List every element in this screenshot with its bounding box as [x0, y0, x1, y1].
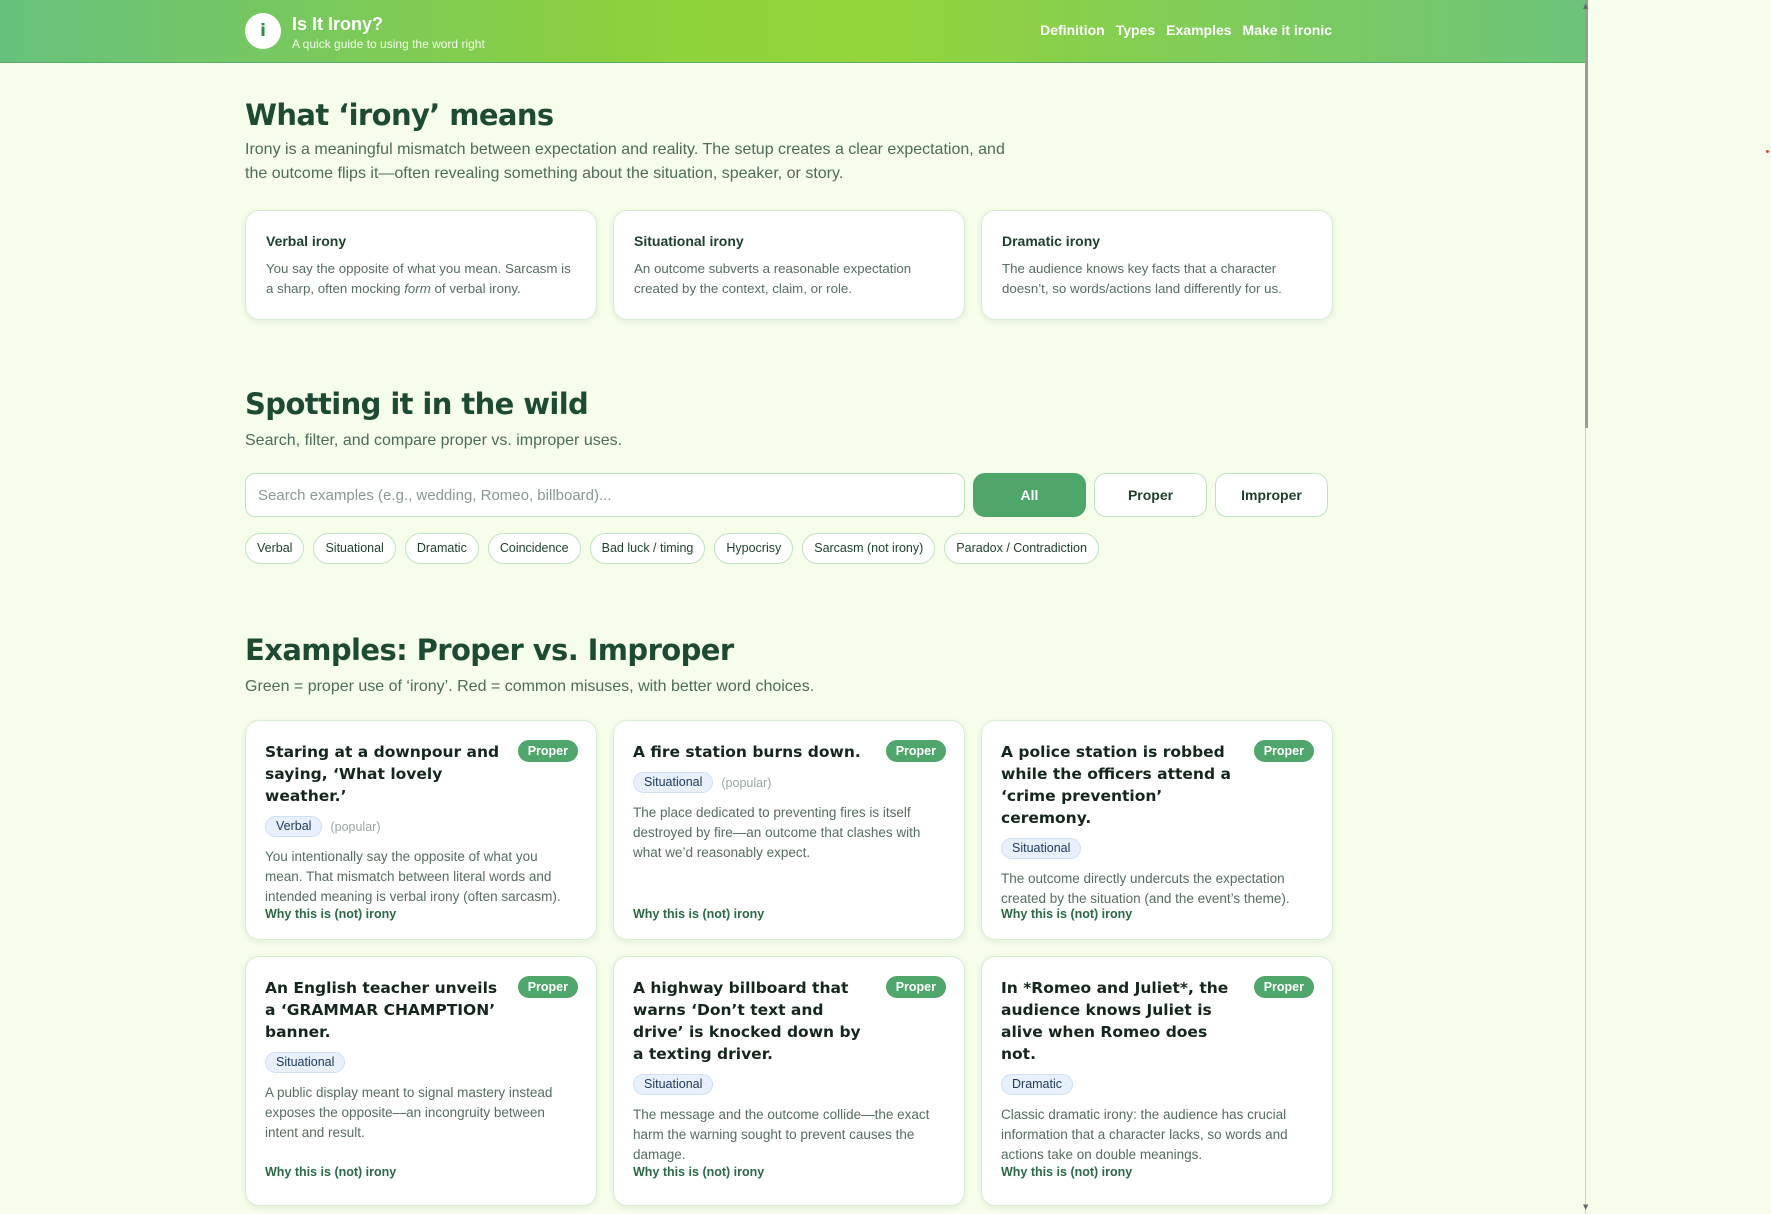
example-title: An English teacher unveils a ‘GRAMMAR CH…	[265, 979, 498, 1041]
filter-improper-button[interactable]: Improper	[1215, 473, 1328, 517]
definition-lead: Irony is a meaningful mismatch between e…	[245, 141, 1005, 182]
type-tag[interactable]: Situational	[265, 1052, 346, 1073]
filter-proper-button[interactable]: Proper	[1094, 473, 1207, 517]
site-subtitle: A quick guide to using the word right	[292, 37, 485, 51]
example-title: A fire station burns down.	[633, 743, 861, 761]
scroll-down-arrow-icon[interactable]: ▼	[1583, 1203, 1588, 1211]
type-tag[interactable]: Verbal	[265, 816, 323, 837]
proper-badge: Proper	[885, 740, 946, 762]
chip-situational[interactable]: Situational	[313, 533, 396, 564]
example-description: The message and the outcome collide—the …	[633, 1107, 930, 1162]
example-card: A police station is robbed while the off…	[981, 720, 1333, 940]
proper-badge: Proper	[517, 976, 578, 998]
popular-label: (popular)	[330, 819, 381, 834]
proper-badge: Proper	[1253, 976, 1314, 998]
examples-heading: Examples: Proper vs. Improper	[245, 633, 734, 667]
spotting-section: Spotting it in the wild Search, filter, …	[245, 387, 1333, 564]
scroll-up-arrow-icon[interactable]: ▲	[1583, 2, 1588, 10]
why-irony-toggle[interactable]: Why this is (not) irony	[633, 907, 764, 921]
example-title: Staring at a downpour and saying, ‘What …	[265, 743, 500, 805]
example-description: The outcome directly undercuts the expec…	[1001, 871, 1290, 906]
type-tag[interactable]: Situational	[1001, 838, 1082, 859]
example-title: In *Romeo and Juliet*, the audience know…	[1001, 979, 1229, 1063]
example-description: You intentionally say the opposite of wh…	[265, 849, 561, 904]
chip-dramatic[interactable]: Dramatic	[404, 533, 479, 564]
examples-lead: Green = proper use of ‘irony’. Red = com…	[245, 678, 815, 695]
page: i Is It Irony? A quick guide to using th…	[0, 0, 1585, 1214]
example-description: Classic dramatic irony: the audience has…	[1001, 1107, 1288, 1162]
irony-type-cards: Verbal irony You say the opposite of wha…	[245, 210, 1333, 320]
proper-badge: Proper	[517, 740, 578, 762]
example-card: A highway billboard that warns ‘Don’t te…	[613, 956, 965, 1206]
why-irony-toggle[interactable]: Why this is (not) irony	[1001, 1165, 1132, 1179]
example-card: A fire station burns down. Proper Situat…	[613, 720, 965, 940]
nav-link-types[interactable]: Types	[1116, 22, 1155, 38]
chip-verbal[interactable]: Verbal	[245, 533, 305, 564]
proper-badge: Proper	[885, 976, 946, 998]
search-filter-row: All Proper Improper	[245, 473, 1333, 517]
type-card-text: An outcome subverts a reasonable expecta…	[634, 261, 912, 296]
type-card-situational: Situational irony An outcome subverts a …	[613, 210, 965, 320]
site-header: i Is It Irony? A quick guide to using th…	[0, 0, 1585, 63]
type-card-text: You say the opposite of what you mean. S…	[266, 261, 571, 296]
type-card-title: Dramatic irony	[1002, 233, 1101, 249]
type-card-title: Situational irony	[634, 233, 744, 249]
proper-badge: Proper	[1253, 740, 1314, 762]
spotting-lead: Search, filter, and compare proper vs. i…	[245, 432, 623, 449]
example-description: A public display meant to signal mastery…	[265, 1085, 553, 1140]
definition-section: What ‘irony’ means Irony is a meaningful…	[245, 98, 1333, 320]
nav-link-make-it-ironic[interactable]: Make it ironic	[1243, 22, 1332, 38]
nav-link-examples[interactable]: Examples	[1166, 22, 1231, 38]
example-card: An English teacher unveils a ‘GRAMMAR CH…	[245, 956, 597, 1206]
chip-coincidence[interactable]: Coincidence	[487, 533, 581, 564]
search-examples-input[interactable]	[245, 473, 965, 517]
example-card: Staring at a downpour and saying, ‘What …	[245, 720, 597, 940]
example-card: In *Romeo and Juliet*, the audience know…	[981, 956, 1333, 1206]
definition-heading: What ‘irony’ means	[245, 98, 554, 132]
info-logo-icon[interactable]: i	[245, 13, 281, 49]
scrollbar-thumb[interactable]	[1585, 0, 1588, 428]
example-title: A highway billboard that warns ‘Don’t te…	[633, 979, 861, 1063]
example-description: The place dedicated to preventing fires …	[633, 805, 921, 860]
type-card-dramatic: Dramatic irony The audience knows key fa…	[981, 210, 1333, 320]
example-title: A police station is robbed while the off…	[1001, 743, 1231, 827]
nav-link-definition[interactable]: Definition	[1040, 22, 1105, 38]
spotting-heading: Spotting it in the wild	[245, 387, 589, 421]
popular-label: (popular)	[721, 775, 772, 790]
chip-bad-luck-timing[interactable]: Bad luck / timing	[589, 533, 706, 564]
examples-grid: Staring at a downpour and saying, ‘What …	[245, 720, 1333, 1206]
chip-sarcasm[interactable]: Sarcasm (not irony)	[802, 533, 936, 564]
chip-hypocrisy[interactable]: Hypocrisy	[714, 533, 794, 564]
why-irony-toggle[interactable]: Why this is (not) irony	[265, 1165, 396, 1179]
why-irony-toggle[interactable]: Why this is (not) irony	[265, 907, 396, 921]
type-card-text: The audience knows key facts that a char…	[1002, 261, 1282, 296]
why-irony-toggle[interactable]: Why this is (not) irony	[1001, 907, 1132, 921]
category-chips: Verbal Situational Dramatic Coincidence …	[245, 533, 1333, 564]
type-tag[interactable]: Situational	[633, 772, 714, 793]
examples-section: Examples: Proper vs. Improper Green = pr…	[245, 633, 1333, 1206]
site-title[interactable]: Is It Irony?	[292, 14, 383, 35]
type-card-title: Verbal irony	[266, 233, 347, 249]
top-nav: Definition Types Examples Make it ironic	[1040, 22, 1332, 38]
why-irony-toggle[interactable]: Why this is (not) irony	[633, 1165, 764, 1179]
type-tag[interactable]: Dramatic	[1001, 1074, 1074, 1095]
type-card-verbal: Verbal irony You say the opposite of wha…	[245, 210, 597, 320]
chip-paradox-contradiction[interactable]: Paradox / Contradiction	[944, 533, 1099, 564]
type-tag[interactable]: Situational	[633, 1074, 714, 1095]
filter-all-button[interactable]: All	[973, 473, 1086, 517]
cursor-dot-icon	[1766, 150, 1769, 153]
